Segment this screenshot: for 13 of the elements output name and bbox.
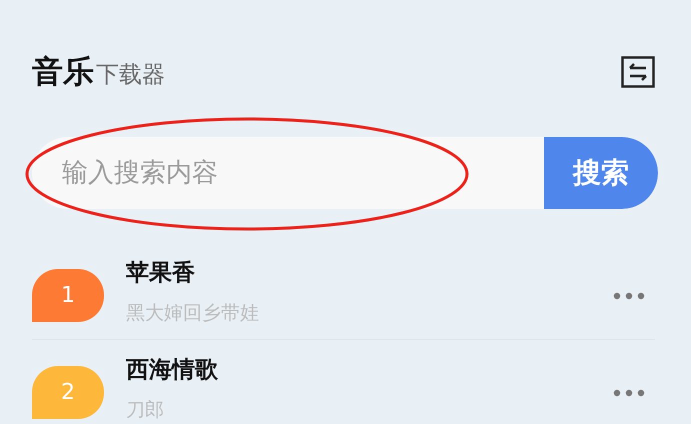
app-subtitle: 下载器 [96, 61, 165, 90]
song-artist: 刀郎 [126, 398, 165, 422]
song-title: 苹果香 [126, 258, 196, 288]
rank-badge: 2 [32, 366, 104, 418]
song-artist: 黑大婶回乡带娃 [126, 300, 260, 326]
more-icon[interactable] [613, 292, 645, 300]
search-button[interactable]: 搜索 [544, 137, 658, 209]
song-title: 西海情歌 [126, 356, 219, 384]
app-title: 音乐 [32, 53, 94, 92]
search-field[interactable]: 输入搜索内容 搜索 [32, 137, 658, 209]
more-icon[interactable] [613, 389, 645, 397]
rank-badge: 1 [32, 268, 104, 322]
swap-arrows-icon[interactable] [621, 56, 655, 88]
